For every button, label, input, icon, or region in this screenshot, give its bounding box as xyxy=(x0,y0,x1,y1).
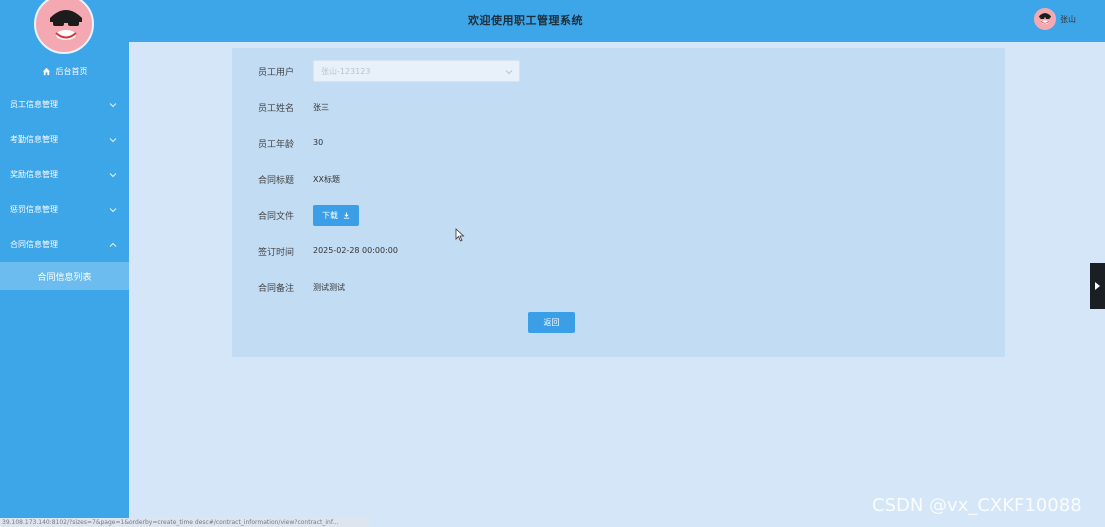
user-avatar[interactable] xyxy=(1034,8,1056,30)
chevron-down-icon xyxy=(109,137,117,142)
right-panel-toggle[interactable] xyxy=(1090,263,1105,309)
sidebar-home-link[interactable]: 后台首页 xyxy=(0,63,129,79)
admin-avatar xyxy=(34,0,94,54)
name-label: 员工姓名 xyxy=(258,104,295,114)
chevron-up-icon xyxy=(109,242,117,247)
user-select-value: 张山-123123 xyxy=(321,66,371,76)
chevron-down-icon xyxy=(109,102,117,107)
sidebar-item-label: 奖励信息管理 xyxy=(10,170,58,179)
browser-status-bar: 39.108.173.140:8102/?sizes=7&page=1&orde… xyxy=(0,518,370,527)
age-value: 30 xyxy=(313,138,324,147)
back-label: 返回 xyxy=(543,318,560,327)
home-icon xyxy=(42,67,50,75)
sidebar-home-label: 后台首页 xyxy=(55,66,88,76)
caret-right-icon xyxy=(1095,282,1100,290)
top-header: 欢迎使用职工管理系统 张山 xyxy=(129,0,1105,42)
title-value: XX标题 xyxy=(313,175,340,184)
sidebar-item-label: 员工信息管理 xyxy=(10,100,58,109)
sidebar-item-employee[interactable]: 员工信息管理 xyxy=(0,87,129,122)
sign-time-value: 2025-02-28 00:00:00 xyxy=(313,246,398,255)
download-label: 下载 xyxy=(322,211,338,220)
age-label: 员工年龄 xyxy=(258,140,295,150)
sidebar-item-label: 考勤信息管理 xyxy=(10,135,58,144)
sidebar-item-contract[interactable]: 合同信息管理 xyxy=(0,227,129,262)
file-label: 合同文件 xyxy=(258,212,295,222)
sidebar-item-label: 惩罚信息管理 xyxy=(10,205,58,214)
remark-label: 合同备注 xyxy=(258,284,295,294)
watermark: CSDN @vx_CXKF10088 xyxy=(872,495,1082,516)
submenu-label: 合同信息列表 xyxy=(37,272,92,283)
chevron-down-icon xyxy=(505,70,513,75)
page-title: 欢迎使用职工管理系统 xyxy=(468,14,583,27)
chevron-down-icon xyxy=(109,207,117,212)
sidebar-subitem-contract-list[interactable]: 合同信息列表 xyxy=(0,262,129,290)
user-select[interactable]: 张山-123123 xyxy=(313,60,520,82)
name-value: 张三 xyxy=(313,103,329,112)
user-name[interactable]: 张山 xyxy=(1060,14,1076,25)
contract-detail-panel: 员工用户 张山-123123 员工姓名 张三 员工年龄 30 合同标题 XX标题… xyxy=(232,48,1005,357)
sign-time-label: 签订时间 xyxy=(258,248,295,258)
sidebar-item-attendance[interactable]: 考勤信息管理 xyxy=(0,122,129,157)
mouse-cursor-icon xyxy=(455,228,465,242)
download-icon xyxy=(343,212,350,219)
title-label: 合同标题 xyxy=(258,176,295,186)
sidebar-item-label: 合同信息管理 xyxy=(10,240,58,249)
user-label: 员工用户 xyxy=(258,68,295,78)
back-button[interactable]: 返回 xyxy=(528,312,575,333)
sidebar-item-punishment[interactable]: 惩罚信息管理 xyxy=(0,192,129,227)
sidebar-item-reward[interactable]: 奖励信息管理 xyxy=(0,157,129,192)
download-button[interactable]: 下载 xyxy=(313,205,359,226)
sidebar: 后台首页 员工信息管理 考勤信息管理 奖励信息管理 惩罚信息管理 合同信息管理 … xyxy=(0,0,129,527)
remark-value: 测试测试 xyxy=(313,283,345,292)
chevron-down-icon xyxy=(109,172,117,177)
